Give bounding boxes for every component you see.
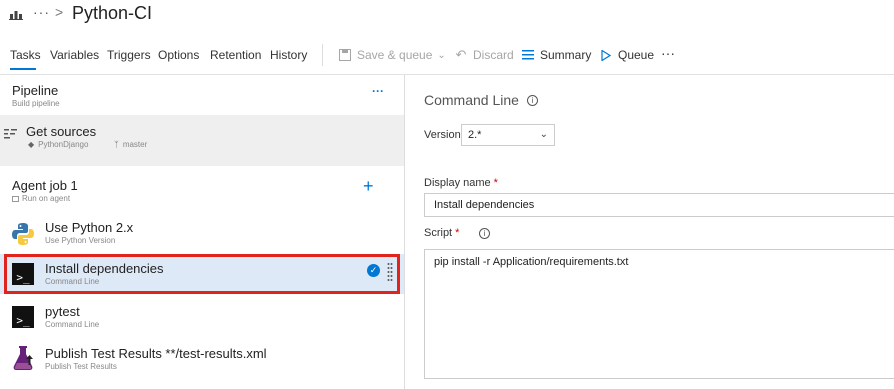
summary-button[interactable]: Summary (521, 48, 591, 62)
script-label: Script (424, 227, 453, 239)
agent-job-subtitle: Run on agent (22, 194, 71, 203)
vs-repo-icon: ◆ (28, 140, 35, 149)
terminal-icon: >_ (12, 306, 34, 328)
get-sources-repo: ◆ PythonDjango (28, 140, 88, 149)
version-select[interactable]: 2.* ⌄ (461, 124, 555, 146)
task-subtitle: Publish Test Results (45, 362, 117, 371)
task-row-use-python[interactable]: Use Python 2.x Use Python Version (0, 212, 404, 254)
build-pipeline-icon (9, 11, 23, 20)
repo-name: PythonDjango (38, 140, 89, 149)
required-marker: * (455, 227, 460, 239)
script-textarea[interactable]: pip install -r Application/requirements.… (424, 249, 894, 379)
list-icon (521, 48, 535, 62)
flask-icon (13, 346, 33, 370)
script-value: pip install -r Application/requirements.… (434, 256, 629, 268)
pipeline-more-button[interactable]: ··· (372, 84, 384, 98)
tab-triggers[interactable]: Triggers (107, 48, 151, 62)
required-marker: * (493, 177, 498, 189)
undo-icon: ↶ (455, 47, 467, 62)
task-title: pytest (45, 304, 80, 319)
toolbar-divider (322, 44, 323, 66)
version-label: Version (424, 129, 461, 141)
get-sources-icon (4, 129, 17, 139)
pipeline-title[interactable]: Pipeline (12, 83, 58, 98)
agent-job-title[interactable]: Agent job 1 (12, 178, 78, 193)
add-task-button[interactable]: + (363, 176, 374, 197)
pipeline-subtitle: Build pipeline (12, 99, 60, 108)
chevron-down-icon: ⌄ (539, 129, 548, 140)
pane-divider[interactable] (404, 75, 405, 389)
save-icon (338, 48, 352, 62)
info-icon[interactable]: i (479, 228, 490, 239)
queue-label: Queue (618, 48, 655, 62)
save-queue-button[interactable]: Save & queue ⌄ (338, 48, 446, 62)
version-value: 2.* (468, 129, 482, 141)
tab-retention[interactable]: Retention (210, 48, 261, 62)
get-sources-title: Get sources (26, 124, 97, 139)
tab-variables[interactable]: Variables (50, 48, 99, 62)
save-queue-label: Save & queue (357, 48, 433, 62)
display-name-label: Display name (424, 177, 491, 189)
selection-highlight (4, 254, 400, 294)
play-icon (599, 48, 613, 62)
toolbar-more-button[interactable]: ··· (661, 45, 675, 61)
script-label-row: Script * (424, 227, 459, 239)
info-icon[interactable]: i (527, 95, 538, 106)
discard-label: Discard (473, 48, 514, 62)
tab-options[interactable]: Options (158, 48, 199, 62)
task-subtitle: Use Python Version (45, 236, 116, 245)
task-row-pytest[interactable]: >_ pytest Command Line (0, 296, 404, 338)
queue-button[interactable]: Queue (599, 48, 654, 62)
branch-name: master (122, 140, 148, 149)
breadcrumb-more-button[interactable]: ··· (33, 4, 50, 20)
task-subtitle: Command Line (45, 320, 100, 329)
branch-icon: ᛉ (114, 140, 119, 149)
display-name-label-row: Display name * (424, 177, 498, 189)
display-name-value: Install dependencies (434, 199, 535, 211)
discard-button[interactable]: ↶ Discard (454, 47, 514, 62)
breadcrumb-separator: > (55, 4, 64, 20)
task-title: Use Python 2.x (45, 220, 134, 235)
tab-tasks[interactable]: Tasks (10, 48, 41, 62)
summary-label: Summary (540, 48, 592, 62)
tab-history[interactable]: History (270, 48, 307, 62)
python-icon (12, 223, 34, 245)
get-sources-branch: ᛉ master (114, 140, 147, 149)
task-details-title: Command Line (424, 92, 519, 108)
display-name-field[interactable]: Install dependencies (424, 193, 894, 217)
page-title: Python-CI (72, 3, 153, 23)
agent-job-subtitle-row: Run on agent (12, 194, 70, 203)
active-tab-indicator (10, 68, 36, 70)
agent-icon (12, 195, 19, 202)
chevron-down-icon: ⌄ (437, 49, 446, 61)
task-row-publish-test-results[interactable]: Publish Test Results **/test-results.xml… (0, 338, 404, 380)
task-title: Publish Test Results **/test-results.xml (45, 346, 267, 361)
